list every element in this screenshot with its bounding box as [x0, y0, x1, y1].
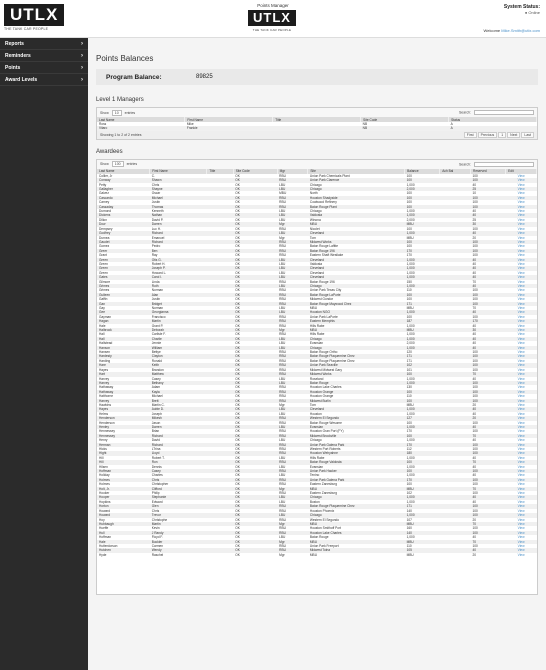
main-content: Points Balances Program Balance: 89825 L…: [88, 38, 546, 670]
managers-search: Search:: [459, 110, 534, 115]
welcome-prefix: Welcome: [483, 28, 501, 33]
managers-search-label: Search:: [458, 110, 472, 115]
sidebar-item-label: Reminders: [5, 52, 31, 59]
sidebar-item-label: Reports: [5, 40, 24, 47]
pagination-1-button[interactable]: 1: [498, 131, 507, 138]
center-tagline: THE TANK CAR PEOPLE: [252, 28, 292, 32]
awardees-cell: Mgr: [277, 552, 308, 558]
pagination-last-button[interactable]: Last: [521, 131, 534, 138]
center-logo-text: UTLX: [248, 10, 296, 26]
managers-search-input[interactable]: [474, 110, 534, 115]
pagination-previous-button[interactable]: Previous: [477, 131, 498, 138]
awardees-entries-label: entries: [126, 162, 138, 167]
managers-length-control: Show 10 entries: [100, 109, 136, 116]
pagination-next-button[interactable]: Next: [507, 131, 521, 138]
program-balance-box: Program Balance: 89825: [96, 69, 538, 85]
chevron-right-icon: ›: [81, 76, 83, 83]
awardees-cell: MBU: [404, 552, 440, 558]
system-status: System Status: ● Online: [504, 4, 540, 15]
awardees-cell: Raschel: [149, 552, 207, 558]
center-logo: UTLX THE TANK CAR PEOPLE: [248, 9, 296, 32]
sidebar-item-label: Points: [5, 64, 21, 71]
top-header: UTLX THE TANK CAR PEOPLE Points Manager …: [0, 0, 546, 38]
awardees-table-controls: Show 100 entries Search:: [97, 159, 537, 169]
sidebar-item-reminders[interactable]: Reminders ›: [0, 50, 88, 62]
sidebar-item-reports[interactable]: Reports ›: [0, 38, 88, 50]
awardees-cell: OK: [233, 552, 278, 558]
awardees-show-label: Show: [100, 162, 109, 167]
chevron-right-icon: ›: [81, 64, 83, 71]
managers-table-panel: Show 10 entries Search: Last Name First N…: [96, 107, 538, 140]
awardees-search-input[interactable]: [474, 161, 534, 167]
awardees-section-title: Awardees: [96, 148, 123, 155]
managers-table-controls: Show 10 entries Search:: [97, 108, 537, 117]
system-status-value: ● Online: [524, 10, 540, 15]
awardees-cell: 20: [470, 552, 506, 558]
pagination-first-button[interactable]: First: [463, 131, 477, 138]
chevron-right-icon: ›: [81, 40, 83, 47]
awardees-cell: Hyde: [97, 552, 150, 558]
program-balance-value: 89825: [196, 74, 213, 80]
managers-pagination: First Previous 1 Next Last: [463, 131, 534, 138]
managers-table-footer: Showing 1 to 2 of 2 entries First Previou…: [97, 130, 537, 139]
managers-entries-label: entries: [124, 110, 136, 115]
managers-length-select[interactable]: 10: [111, 109, 122, 116]
chevron-right-icon: ›: [81, 52, 83, 59]
awardees-table: Last Name First Name Title Site Code Mgr Site…: [97, 168, 537, 558]
sidebar: Reports › Reminders › Points › Award Levels ›: [0, 38, 88, 670]
sidebar-item-points[interactable]: Points ›: [0, 62, 88, 74]
awardees-cell: [439, 552, 471, 558]
awardees-length-select[interactable]: 100: [111, 161, 124, 168]
awardees-table-row[interactable]: Hyde Raschel OK Mgr MBU MBU 20 View: [97, 552, 537, 558]
brand-logo[interactable]: UTLX THE TANK CAR PEOPLE: [4, 4, 74, 31]
brand-tagline: THE TANK CAR PEOPLE: [4, 27, 49, 31]
managers-table: Last Name First Name Title Site Code Status …: [97, 117, 537, 131]
managers-info: Showing 1 to 2 of 2 entries: [100, 132, 142, 137]
welcome-user-link[interactable]: Mike.Smith@utlx.com: [501, 28, 540, 33]
awardees-search-label: Search:: [458, 162, 472, 167]
awardees-view-link[interactable]: View: [505, 552, 537, 558]
awardees-cell: MBU: [307, 552, 405, 558]
program-balance-label: Program Balance:: [106, 73, 162, 81]
awardees-table-panel: Show 100 entries Search: Last Name First …: [96, 158, 538, 595]
page-title: Points Balances: [96, 54, 154, 63]
sidebar-item-award-levels[interactable]: Award Levels ›: [0, 74, 88, 86]
managers-show-label: Show: [100, 110, 109, 115]
welcome-text: Welcome Mike.Smith@utlx.com: [484, 28, 540, 33]
awardees-length-control: Show 100 entries: [100, 161, 138, 168]
sidebar-item-label: Award Levels: [5, 76, 38, 83]
awardees-cell: [206, 552, 234, 558]
app-title: Points Manager: [257, 3, 289, 8]
awardees-search: Search:: [458, 161, 534, 167]
managers-section-title: Level 1 Managers: [96, 97, 144, 103]
